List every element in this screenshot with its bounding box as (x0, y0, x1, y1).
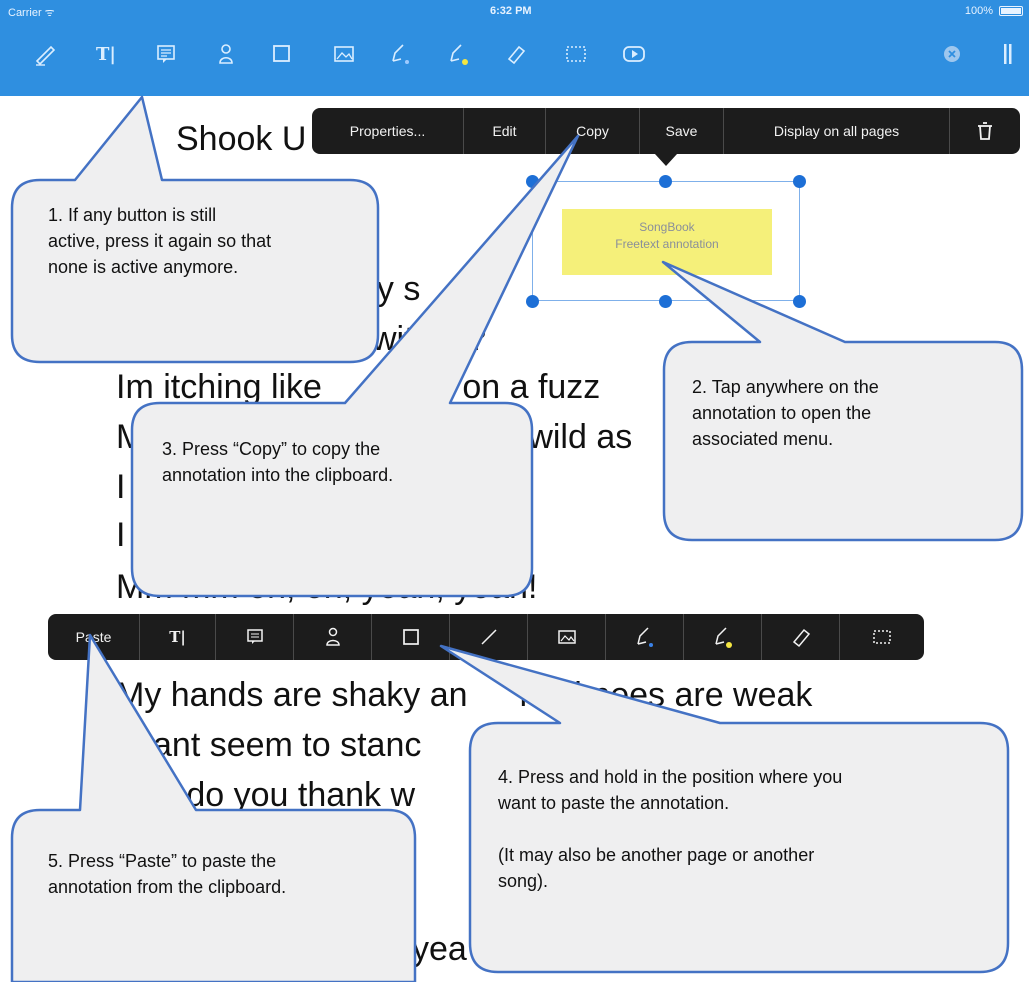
stamp-icon[interactable] (294, 614, 372, 660)
menu-caret (655, 154, 677, 166)
callout-2-text: 2. Tap anywhere on the annotation to ope… (692, 377, 879, 449)
lyric-line: with e? (372, 320, 487, 358)
rectangle-tool-icon[interactable] (260, 32, 304, 76)
pencil-blue-icon[interactable] (378, 32, 422, 76)
display-on-all-pages-menu-item[interactable]: Display on all pages (724, 108, 950, 154)
battery-icon (999, 6, 1023, 16)
line-icon[interactable] (450, 614, 528, 660)
song-title: Shook U (176, 120, 307, 158)
highlighter-yellow-icon[interactable] (436, 32, 480, 76)
paste-menu-item[interactable]: Paste (48, 614, 140, 660)
resize-handle[interactable] (526, 175, 539, 188)
resize-handle[interactable] (659, 295, 672, 308)
lyric-line: o do you thank w (158, 776, 416, 814)
annotation-line: SongBook (639, 220, 695, 234)
carrier-label: Carrier ᯤ (8, 7, 55, 19)
lyric-line: yea (412, 930, 467, 968)
text-tool-icon[interactable]: T| (140, 614, 216, 660)
callout-4-text: 4. Press and hold in the position where … (498, 767, 843, 891)
play-icon[interactable] (612, 32, 656, 76)
clock: 6:32 PM (490, 5, 532, 17)
close-circle-icon[interactable] (930, 32, 974, 76)
stamp-tool-icon[interactable] (204, 32, 248, 76)
eraser-icon[interactable] (762, 614, 840, 660)
image-tool-icon[interactable] (322, 32, 366, 76)
pen-tool-icon[interactable] (24, 32, 68, 76)
selection-rect-icon[interactable] (840, 614, 924, 660)
resize-handle[interactable] (793, 175, 806, 188)
callout-5-text: 5. Press “Paste” to paste the annotation… (48, 851, 287, 897)
paste-context-menu: Paste T| (48, 614, 924, 660)
note-tool-icon[interactable] (144, 32, 188, 76)
freetext-annotation[interactable]: SongBook Freetext annotation (562, 209, 772, 275)
lyric-line: Mm mm oh, oh, yeah, yeah! (116, 568, 538, 606)
annotation-toolbar: T| (0, 22, 1029, 96)
annotation-line: Freetext annotation (615, 237, 719, 251)
annotation-context-menu: Properties... Edit Copy Save Display on … (312, 108, 1020, 154)
text-tool-icon[interactable]: T| (84, 32, 128, 76)
eraser-icon[interactable] (494, 32, 538, 76)
pencil-blue-icon[interactable] (606, 614, 684, 660)
callout-3-text: 3. Press “Copy” to copy the annotation i… (162, 439, 394, 485)
edit-menu-item[interactable]: Edit (464, 108, 546, 154)
copy-menu-item[interactable]: Copy (546, 108, 640, 154)
note-icon[interactable] (216, 614, 294, 660)
lyric-line: I (116, 468, 126, 506)
text-tool-label: T| (169, 628, 186, 646)
text-tool-label: T| (96, 43, 116, 65)
properties-menu-item[interactable]: Properties... (312, 108, 464, 154)
selection-rect-icon[interactable] (554, 32, 598, 76)
resize-handle[interactable] (526, 295, 539, 308)
trash-icon[interactable] (950, 108, 1020, 154)
highlighter-yellow-icon[interactable] (684, 614, 762, 660)
rectangle-icon[interactable] (372, 614, 450, 660)
resize-handle[interactable] (793, 295, 806, 308)
image-icon[interactable] (528, 614, 606, 660)
save-menu-item[interactable]: Save (640, 108, 724, 154)
battery-percent: 100% (964, 5, 993, 17)
callout-1-text: 1. If any button is still active, press … (48, 205, 272, 277)
lyric-line: My hands are shaky an my knees are weak (116, 676, 813, 714)
more-icon[interactable] (986, 32, 1029, 76)
lyric-line: I (116, 516, 126, 554)
lyric-line: cant seem to stanc (136, 726, 422, 764)
resize-handle[interactable] (659, 175, 672, 188)
lyric-line: Im itching like n on a fuzz (116, 368, 601, 406)
status-bar: Carrier ᯤ 6:32 PM 100% (0, 0, 1029, 22)
